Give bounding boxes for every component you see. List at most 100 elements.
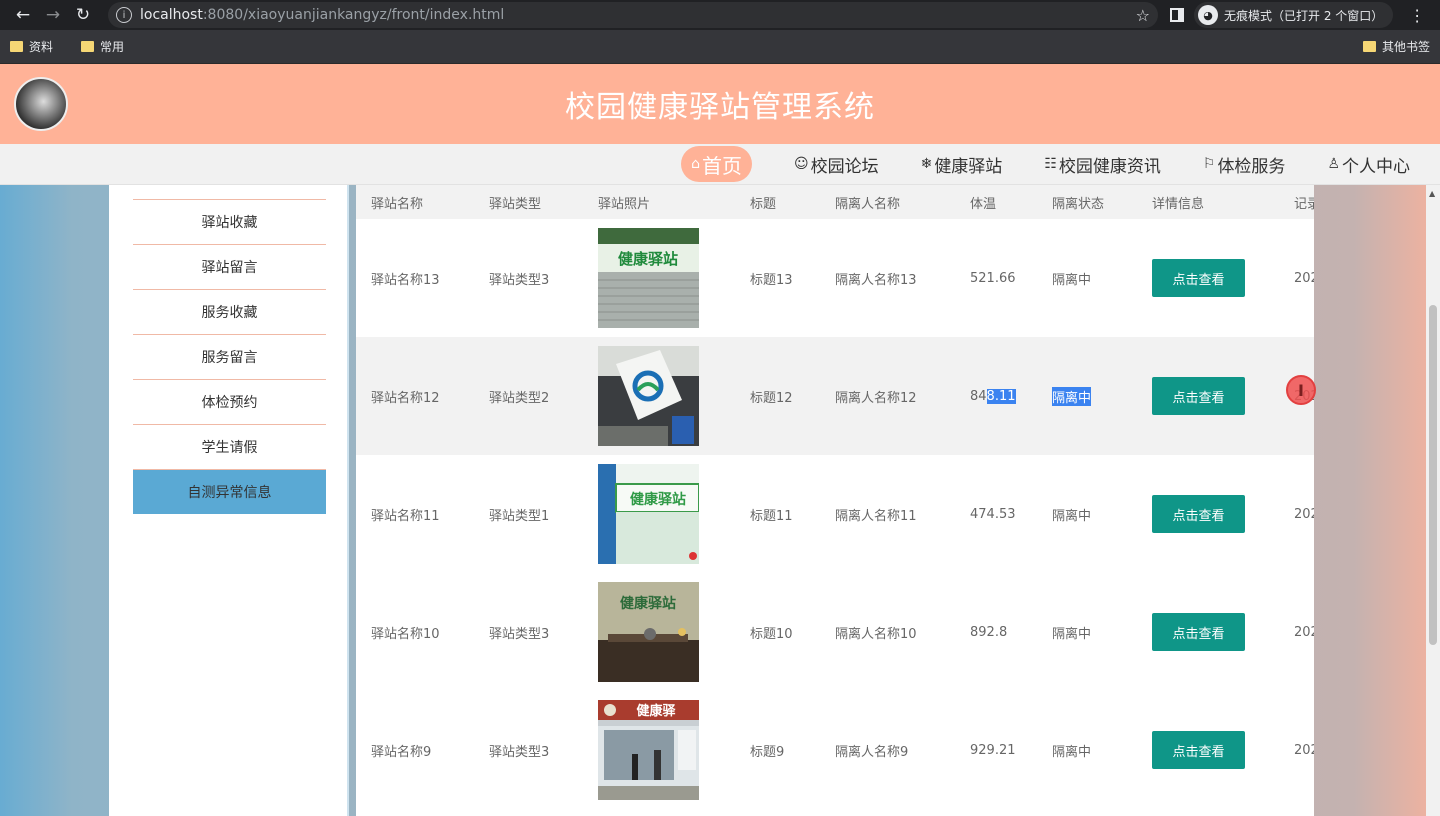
isolated-person: 隔离人名称12 [835,390,917,406]
record-time: 202 [1294,506,1314,522]
smile-icon: ☺ [793,156,809,172]
user-icon: ♙ [1327,156,1340,172]
isolated-person: 隔离人名称10 [835,626,917,642]
station-name: 驿站名称11 [371,508,440,524]
table-header: 驿站名称 驿站类型 驿站照片 标题 隔离人名称 体温 隔离状态 详情信息 记录 [356,185,1314,219]
temperature: 892.8 [970,624,1008,640]
table-row: 驿站名称13 驿站类型3 健康驿站 标题13 隔离人名称13 521.66 隔离… [356,219,1314,337]
sidebar-item-station-favorites[interactable]: 驿站收藏 [133,199,326,244]
back-icon[interactable]: ← [8,0,38,30]
isolation-status: 隔离中 [1052,744,1092,760]
temperature-selected: 8.11 [986,388,1016,404]
view-details-button[interactable]: 点击查看 [1152,377,1245,415]
table-row: 驿站名称11 驿站类型1 健康驿站 标题11 隔离人名称11 474.53 隔离… [356,455,1314,573]
isolated-person: 隔离人名称13 [835,272,917,288]
site-header: 校园健康驿站管理系统 [0,64,1440,144]
forward-icon[interactable]: → [38,0,68,30]
column-header: 驿站类型 [489,196,542,212]
main-area: 驿站收藏 驿站留言 服务收藏 服务留言 体检预约 学生请假 自测异常信息 驿站名… [0,185,1440,816]
isolation-status: 隔离中 [1052,626,1092,642]
view-details-button[interactable]: 点击查看 [1152,259,1245,297]
photo-caption: 健康驿站 [630,491,686,508]
record-title: 标题10 [750,626,793,642]
sidebar-item-station-messages[interactable]: 驿站留言 [133,244,326,289]
nav-item-health-station[interactable]: ❄ 健康驿站 [921,146,1003,182]
incognito-label: 无痕模式（已打开 2 个窗口） [1224,8,1384,23]
sidebar-item-service-favorites[interactable]: 服务收藏 [133,289,326,334]
side-panel-icon[interactable] [1170,8,1184,22]
other-bookmarks-label: 其他书签 [1381,40,1430,54]
text-cursor-icon: I [1286,375,1316,405]
bookmark-folder[interactable]: 常用 [81,38,124,55]
station-photo[interactable]: 健康驿 [598,700,699,800]
nav-item-health-news[interactable]: ☷ 校园健康资讯 [1044,146,1161,182]
nav-item-forum[interactable]: ☺ 校园论坛 [794,146,879,182]
station-photo[interactable]: 健康驿站 [598,228,699,328]
record-title: 标题12 [750,390,793,406]
nav-label: 体检服务 [1217,156,1286,177]
station-photo-image: 健康驿站 [598,228,699,328]
sidebar-item-checkup-booking[interactable]: 体检预约 [133,379,326,424]
browser-toolbar: ← → ↻ i localhost :8080/xiaoyuanjiankang… [0,0,1440,30]
nav-label: 校园健康资讯 [1058,156,1161,177]
bookmark-star-icon[interactable]: ☆ [1136,6,1150,25]
station-name: 驿站名称10 [371,626,440,642]
nav-item-profile[interactable]: ♙ 个人中心 [1327,146,1410,182]
column-header: 驿站名称 [371,196,424,212]
bookmark-folder[interactable]: 资料 [10,38,53,55]
column-header: 驿站照片 [598,196,651,212]
station-type: 驿站类型2 [489,390,550,406]
station-type: 驿站类型1 [489,508,550,524]
isolated-person: 隔离人名称11 [835,508,917,524]
sidebar-item-student-leave[interactable]: 学生请假 [133,424,326,469]
column-header: 标题 [750,196,777,212]
nav-label: 个人中心 [1342,156,1410,177]
nav-item-home[interactable]: ⌂ 首页 [681,146,752,182]
info-icon[interactable]: i [116,7,132,23]
station-name: 驿站名称9 [371,744,432,760]
temperature: 474.53 [970,506,1016,522]
scrollbar-thumb[interactable] [1429,305,1437,645]
other-bookmarks[interactable]: 其他书签 [1362,38,1430,55]
top-nav: ⌂ 首页 ☺ 校园论坛 ❄ 健康驿站 ☷ 校园健康资讯 ⚐ 体检服务 ♙ 个人中… [0,144,1440,185]
flag-icon: ⚐ [1202,156,1216,172]
station-photo[interactable] [598,346,699,446]
view-details-button[interactable]: 点击查看 [1152,495,1245,533]
column-header: 体温 [970,196,997,212]
table-row: 驿站名称12 驿站类型2 标题12 隔离人名称12 848.11 隔离中 点击查… [356,337,1314,455]
news-icon: ☷ [1044,156,1057,172]
column-header: 隔离状态 [1052,196,1105,212]
menu-kebab-icon[interactable]: ⋮ [1409,6,1425,25]
incognito-badge[interactable]: ◕ 无痕模式（已打开 2 个窗口） [1194,2,1394,28]
station-photo[interactable]: 健康驿站 [598,464,699,564]
address-bar[interactable]: i localhost :8080/xiaoyuanjiankangyz/fro… [108,2,1158,28]
record-title: 标题9 [750,744,785,760]
url-path: :8080/xiaoyuanjiankangyz/front/index.htm… [202,7,505,23]
sidebar-item-self-test-abnormal[interactable]: 自测异常信息 [133,469,326,514]
isolated-person: 隔离人名称9 [835,744,909,760]
sidebar: 驿站收藏 驿站留言 服务收藏 服务留言 体检预约 学生请假 自测异常信息 [109,185,349,816]
nav-item-checkup[interactable]: ⚐ 体检服务 [1203,146,1286,182]
sidebar-item-service-messages[interactable]: 服务留言 [133,334,326,379]
reload-icon[interactable]: ↻ [68,0,98,30]
nav-label: 首页 [701,153,742,178]
column-header: 记录 [1294,196,1314,212]
view-details-button[interactable]: 点击查看 [1152,731,1245,769]
station-name: 驿站名称13 [371,272,440,288]
site-logo[interactable] [14,77,68,131]
bookmark-label: 资料 [29,40,54,54]
scroll-up-icon[interactable]: ▲ [1429,189,1435,198]
folder-icon [81,41,95,52]
folder-icon [1362,41,1376,52]
bookmark-label: 常用 [100,40,125,54]
column-header: 详情信息 [1152,196,1205,212]
isolation-status: 隔离中 [1052,508,1092,524]
page-scrollbar[interactable]: ▲ [1426,185,1440,816]
temperature-unselected: 84 [970,388,987,404]
view-details-button[interactable]: 点击查看 [1152,613,1245,651]
station-photo[interactable]: 健康驿站 [598,582,699,682]
station-photo-image [598,346,699,446]
table-row: 驿站名称10 驿站类型3 健康驿站 标题10 隔离人名称10 892.8 隔离中… [356,573,1314,691]
temperature: 929.21 [970,742,1016,758]
temperature: 521.66 [970,270,1016,286]
